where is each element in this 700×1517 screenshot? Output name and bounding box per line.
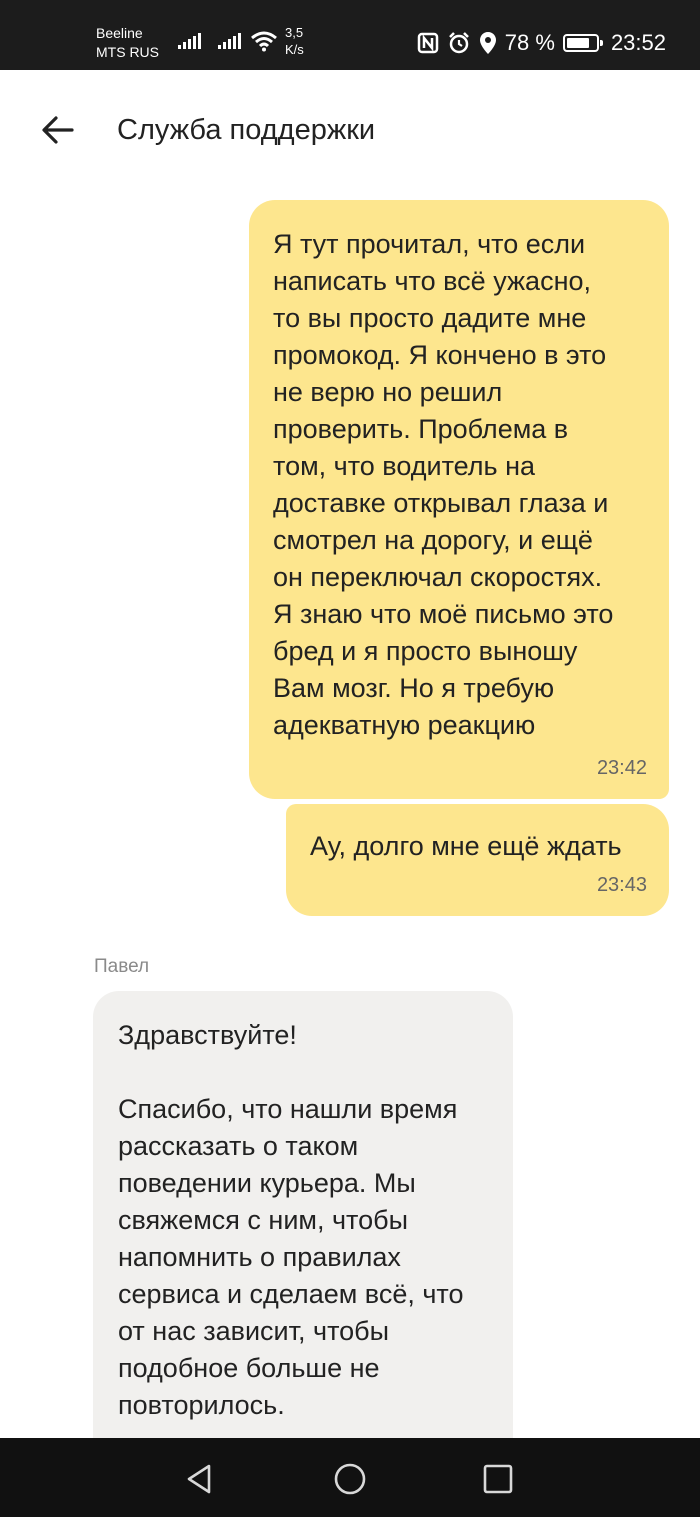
back-triangle-icon[interactable] — [183, 1462, 217, 1496]
battery-percent: 78 % — [504, 30, 555, 55]
sender-name: Павел — [94, 956, 150, 977]
message-line: том, что водитель на — [273, 451, 536, 481]
message-line: Спасибо, что нашли время — [118, 1094, 458, 1124]
arrow-left-icon[interactable] — [38, 110, 78, 150]
home-circle-icon[interactable] — [333, 1462, 367, 1496]
message-line: Я знаю что моё письмо это — [273, 599, 614, 629]
message-text: Я тут прочитал, что если написать что вс… — [273, 226, 649, 744]
location-icon — [479, 32, 496, 54]
message-line: проверить. Проблема в — [273, 414, 569, 444]
message-line: доставке открывал глаза и — [273, 488, 609, 518]
speed-value: 3,5 — [285, 25, 304, 40]
message-line: поведении курьера. Мы — [118, 1168, 416, 1198]
message-text: Спасибо, что нашли время рассказать о та… — [118, 1091, 491, 1424]
status-right-group: 78 % 23:52 — [417, 30, 666, 56]
clock: 23:52 — [610, 30, 666, 55]
page-title: Служба поддержки — [117, 114, 376, 146]
system-nav-bar — [0, 1438, 700, 1517]
message-line: повторилось. — [118, 1390, 285, 1420]
recents-square-icon[interactable] — [481, 1462, 515, 1496]
carrier-1: Beeline — [96, 25, 143, 41]
message-greeting: Здравствуйте! — [118, 1020, 297, 1050]
message-line: напомнить о правилах — [118, 1242, 401, 1272]
chat-header: Служба поддержки — [0, 70, 700, 190]
message-line: Я тут прочитал, что если — [273, 229, 586, 259]
message-line: Вам мозг. Но я требую — [273, 673, 555, 703]
message-line: бред и я просто выношу — [273, 636, 578, 666]
status-bar: Beeline MTS RUS 3,5 K/s 78 % 23:52 — [0, 0, 700, 70]
message-line: сервиса и сделаем всё, что — [118, 1279, 464, 1309]
speed-unit: K/s — [285, 42, 304, 57]
message-line: адекватную реакцию — [273, 710, 536, 740]
wifi-icon — [251, 31, 277, 52]
message-text: Ау, долго мне ещё ждать — [310, 831, 622, 861]
incoming-message: Здравствуйте! Спасибо, что нашли время р… — [93, 991, 513, 1461]
battery-fill — [566, 38, 589, 48]
message-line: смотрел на дорогу, и ещё — [273, 525, 593, 555]
message-line: подобное больше не — [118, 1353, 380, 1383]
network-speed: 3,5 K/s — [285, 24, 304, 58]
carrier-2: MTS RUS — [96, 44, 159, 60]
alarm-icon — [448, 32, 469, 54]
message-time: 23:43 — [596, 874, 647, 896]
message-line: он переключал скоростях. — [273, 562, 603, 592]
message-line: написать что всё ужасно, — [273, 266, 592, 296]
message-time: 23:42 — [596, 757, 647, 779]
nfc-icon — [417, 32, 439, 54]
carrier-names: Beeline MTS RUS — [96, 24, 159, 62]
message-line: то вы просто дадите мне — [273, 303, 587, 333]
outgoing-message: Я тут прочитал, что если написать что вс… — [249, 200, 669, 799]
signal-icon — [178, 33, 201, 49]
message-line: рассказать о таком — [118, 1131, 359, 1161]
message-line: от нас зависит, чтобы — [118, 1316, 390, 1346]
message-line: промокод. Я кончено в это — [273, 340, 607, 370]
outgoing-message: Ау, долго мне ещё ждать 23:43 — [286, 804, 669, 916]
battery-icon — [562, 34, 603, 52]
message-line: не верю но решил — [273, 377, 503, 407]
signal-icon — [218, 33, 241, 49]
message-line: свяжемся с ним, чтобы — [118, 1205, 408, 1235]
